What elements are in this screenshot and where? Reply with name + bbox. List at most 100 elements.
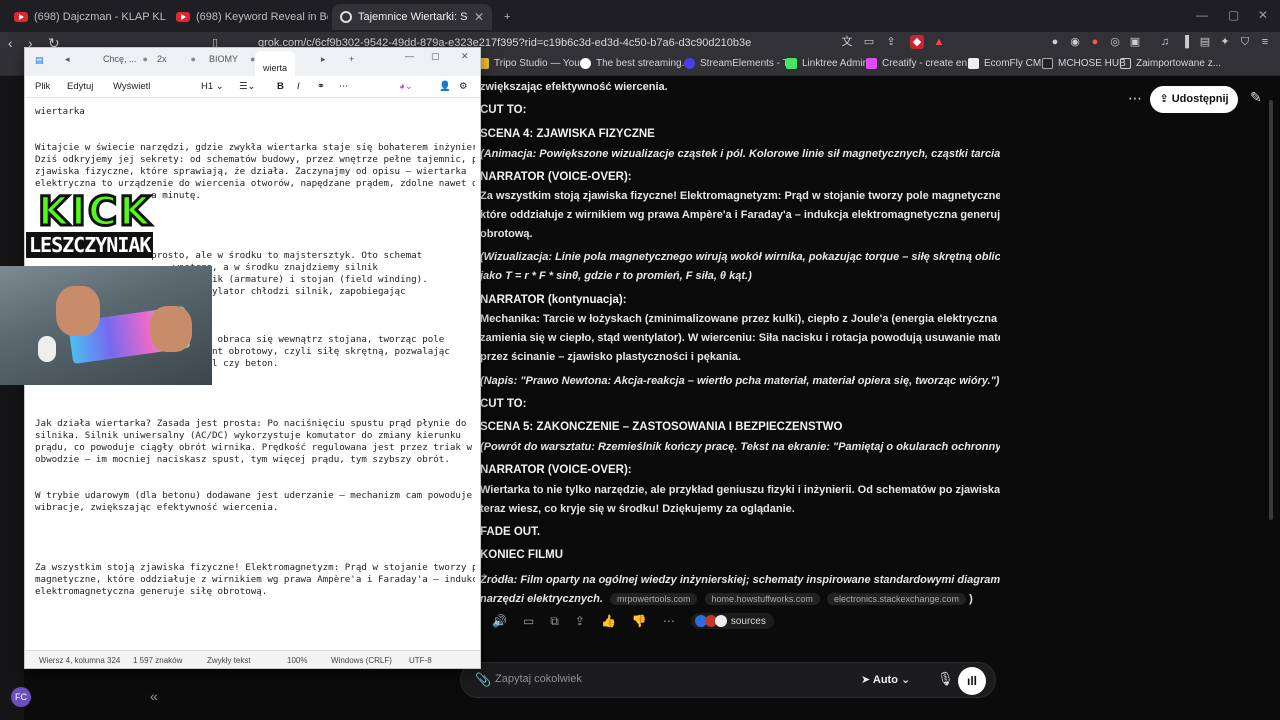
translate-icon[interactable]: 文 (840, 35, 854, 49)
bookmark-icon (866, 58, 877, 69)
grok-icon (340, 11, 352, 23)
list-icon[interactable]: ☰⌄ (239, 81, 255, 92)
close-window-icon[interactable]: ✕ (1258, 8, 1268, 22)
bookmark-item[interactable]: The best streaming... (580, 58, 690, 69)
bookmark-item[interactable]: Linktree Admin (786, 58, 868, 69)
share-button[interactable]: ⇪ Udostępnij (1150, 86, 1238, 113)
bookmark-item[interactable]: EcomFly CMS (968, 58, 1048, 69)
chat-line: Mechanika: Tarcie w łożyskach (zminimali… (480, 313, 998, 325)
bookmark-icon (1042, 58, 1053, 69)
source-chip[interactable]: mrpowertools.com (609, 593, 698, 605)
comment-icon[interactable]: ▭ (523, 614, 534, 628)
webcam-overlay (0, 266, 212, 385)
close-icon[interactable]: ✕ (461, 51, 469, 62)
kick-overlay: KICK LESZCZYNIAK (26, 186, 176, 266)
browser-tab[interactable]: (698) Dajczman - KLAP KLAP (Of (6, 4, 166, 30)
account-icon[interactable]: 👤 (439, 81, 451, 92)
screen-icon[interactable]: ▭ (862, 35, 876, 49)
chat-line: teraz wiesz, co kryje się w środku! Dzię… (480, 503, 795, 515)
maximize-icon[interactable]: ▢ (1228, 8, 1239, 22)
tab-next-icon[interactable]: ▸ (321, 54, 326, 65)
microphone-icon[interactable]: 🎙 (937, 671, 954, 687)
music-icon[interactable]: ♫ (1158, 35, 1172, 49)
status-encoding: UTF-8 (409, 656, 432, 665)
menu-icon[interactable]: ≡ (1258, 35, 1272, 49)
notepad-tab[interactable]: 2x ● (157, 54, 196, 64)
bookmark-item[interactable]: MCHOSE HUB (1042, 58, 1126, 69)
source-chip[interactable]: electronics.stackexchange.com (826, 593, 967, 605)
bookmark-folder[interactable]: Zaimportowane z... (1120, 58, 1221, 69)
maximize-icon[interactable]: ▢ (431, 51, 440, 62)
folder-icon (1120, 58, 1131, 69)
script-heading: CUT TO: (480, 104, 527, 116)
notepad-menu-bar: Plik Edytuj Wyświetl H1 ⌄ ☰⌄ B I ⚭ ⋯ ◕⌄ … (25, 76, 480, 98)
notepad-status-bar: Wiersz 4, kolumna 324 1 597 znaków Zwykł… (25, 650, 480, 668)
bookmark-item[interactable]: StreamElements - T... (684, 58, 796, 69)
browser-tab[interactable]: (698) Keyword Reveal in Book effecta (168, 4, 328, 30)
notepad-tab[interactable]: Chcę, ... ● (103, 54, 148, 64)
chat-panel: ⋯ ⇪ Udostępnij ✎ zwiększając efektywność… (460, 76, 1280, 720)
brave-shield-icon[interactable]: ◆ (910, 35, 924, 49)
bookmark-item[interactable]: Creatify - create en... (866, 58, 975, 69)
ask-input[interactable]: Zapytaj cokolwiek (495, 673, 582, 685)
ai-icon[interactable]: ✦ (1218, 35, 1232, 49)
sources-button[interactable]: sources (690, 613, 774, 629)
youtube-icon (14, 12, 28, 22)
share-icon[interactable]: ⇪ (575, 614, 585, 628)
heading-select[interactable]: H1 ⌄ (201, 81, 224, 92)
vpn-icon[interactable]: ⛉ (1238, 35, 1252, 49)
extension-icon[interactable]: ● (1088, 35, 1102, 49)
new-tab-button[interactable]: + (496, 4, 516, 30)
close-icon[interactable]: ✕ (474, 10, 484, 24)
copy-icon[interactable]: ⧉ (550, 614, 559, 629)
ask-input-bar[interactable]: 📎 Zapytaj cokolwiek ➤ Auto ⌄ 🎙 ıll (460, 662, 996, 698)
minimize-icon[interactable]: — (1196, 8, 1208, 22)
thumbs-down-icon[interactable]: 👎 (632, 614, 647, 628)
extension-icon[interactable]: ▣ (1128, 35, 1142, 49)
copilot-icon[interactable]: ◕⌄ (399, 81, 413, 92)
thumbs-up-icon[interactable]: 👍 (601, 614, 616, 628)
chat-line: jako T = r * F * sinθ, gdzie r to promie… (480, 270, 752, 282)
edit-icon[interactable]: ✎ (1250, 89, 1262, 106)
speaker-icon[interactable]: 🔊 (492, 614, 507, 628)
scrollbar-thumb[interactable] (1269, 100, 1273, 520)
source-chip[interactable]: home.howstuffworks.com (704, 593, 820, 605)
sidebar-icon[interactable]: ▐ (1178, 35, 1192, 49)
status-cursor: Wiersz 4, kolumna 324 (39, 656, 121, 665)
notepad-tab-active[interactable]: wierta (255, 51, 296, 76)
extension-icon[interactable]: ◎ (1108, 35, 1122, 49)
browser-tab-active[interactable]: Tajemnice Wiertarki: Schematy, F ✕ (332, 4, 492, 30)
extension-icon[interactable]: ◉ (1068, 35, 1082, 49)
bookmark-item[interactable]: Tripo Studio — Your... (478, 58, 591, 69)
script-heading: SCENA 5: ZAKOŃCZENIE – ZASTOSOWANIA I BE… (480, 421, 843, 433)
italic-icon[interactable]: I (297, 81, 300, 92)
menu-view[interactable]: Wyświetl (113, 81, 150, 92)
mode-selector[interactable]: ➤ Auto ⌄ (861, 673, 910, 686)
script-heading: KONIEC FILMU (480, 549, 564, 561)
bold-icon[interactable]: B (277, 81, 284, 92)
menu-edit[interactable]: Edytuj (67, 81, 93, 92)
alert-icon[interactable]: ▲ (932, 35, 946, 49)
extension-icon[interactable]: ● (1048, 35, 1062, 49)
more-options-icon[interactable]: ⋯ (1128, 90, 1142, 107)
minimize-icon[interactable]: — (405, 51, 414, 61)
notepad-tab[interactable]: BIOMY ● (209, 54, 255, 64)
more-icon[interactable]: ⋯ (339, 81, 349, 92)
tab-prev-icon[interactable]: ◂ (65, 54, 70, 65)
menu-file[interactable]: Plik (35, 81, 50, 92)
hand-image (56, 286, 100, 336)
collapse-sidebar-button[interactable]: « (150, 688, 158, 704)
link-icon[interactable]: ⚭ (317, 81, 325, 92)
tab-title: (698) Keyword Reveal in Book effecta (196, 11, 328, 23)
more-icon[interactable]: ⋯ (663, 614, 675, 628)
avatar[interactable]: FC (11, 687, 31, 707)
share-icon[interactable]: ⇪ (884, 35, 898, 49)
settings-gear-icon[interactable]: ⚙ (459, 81, 468, 92)
wallet-icon[interactable]: ▤ (1198, 35, 1212, 49)
browser-tab-strip: (698) Dajczman - KLAP KLAP (Of (698) Key… (0, 0, 1280, 32)
attach-icon[interactable]: 📎 (475, 672, 491, 688)
voice-mode-button[interactable]: ıll (958, 667, 986, 695)
back-icon[interactable]: ‹ (8, 34, 13, 52)
chat-line: Wiertarka to nie tylko narzędzie, ale pr… (480, 484, 1000, 496)
new-tab-icon[interactable]: + (349, 54, 354, 64)
